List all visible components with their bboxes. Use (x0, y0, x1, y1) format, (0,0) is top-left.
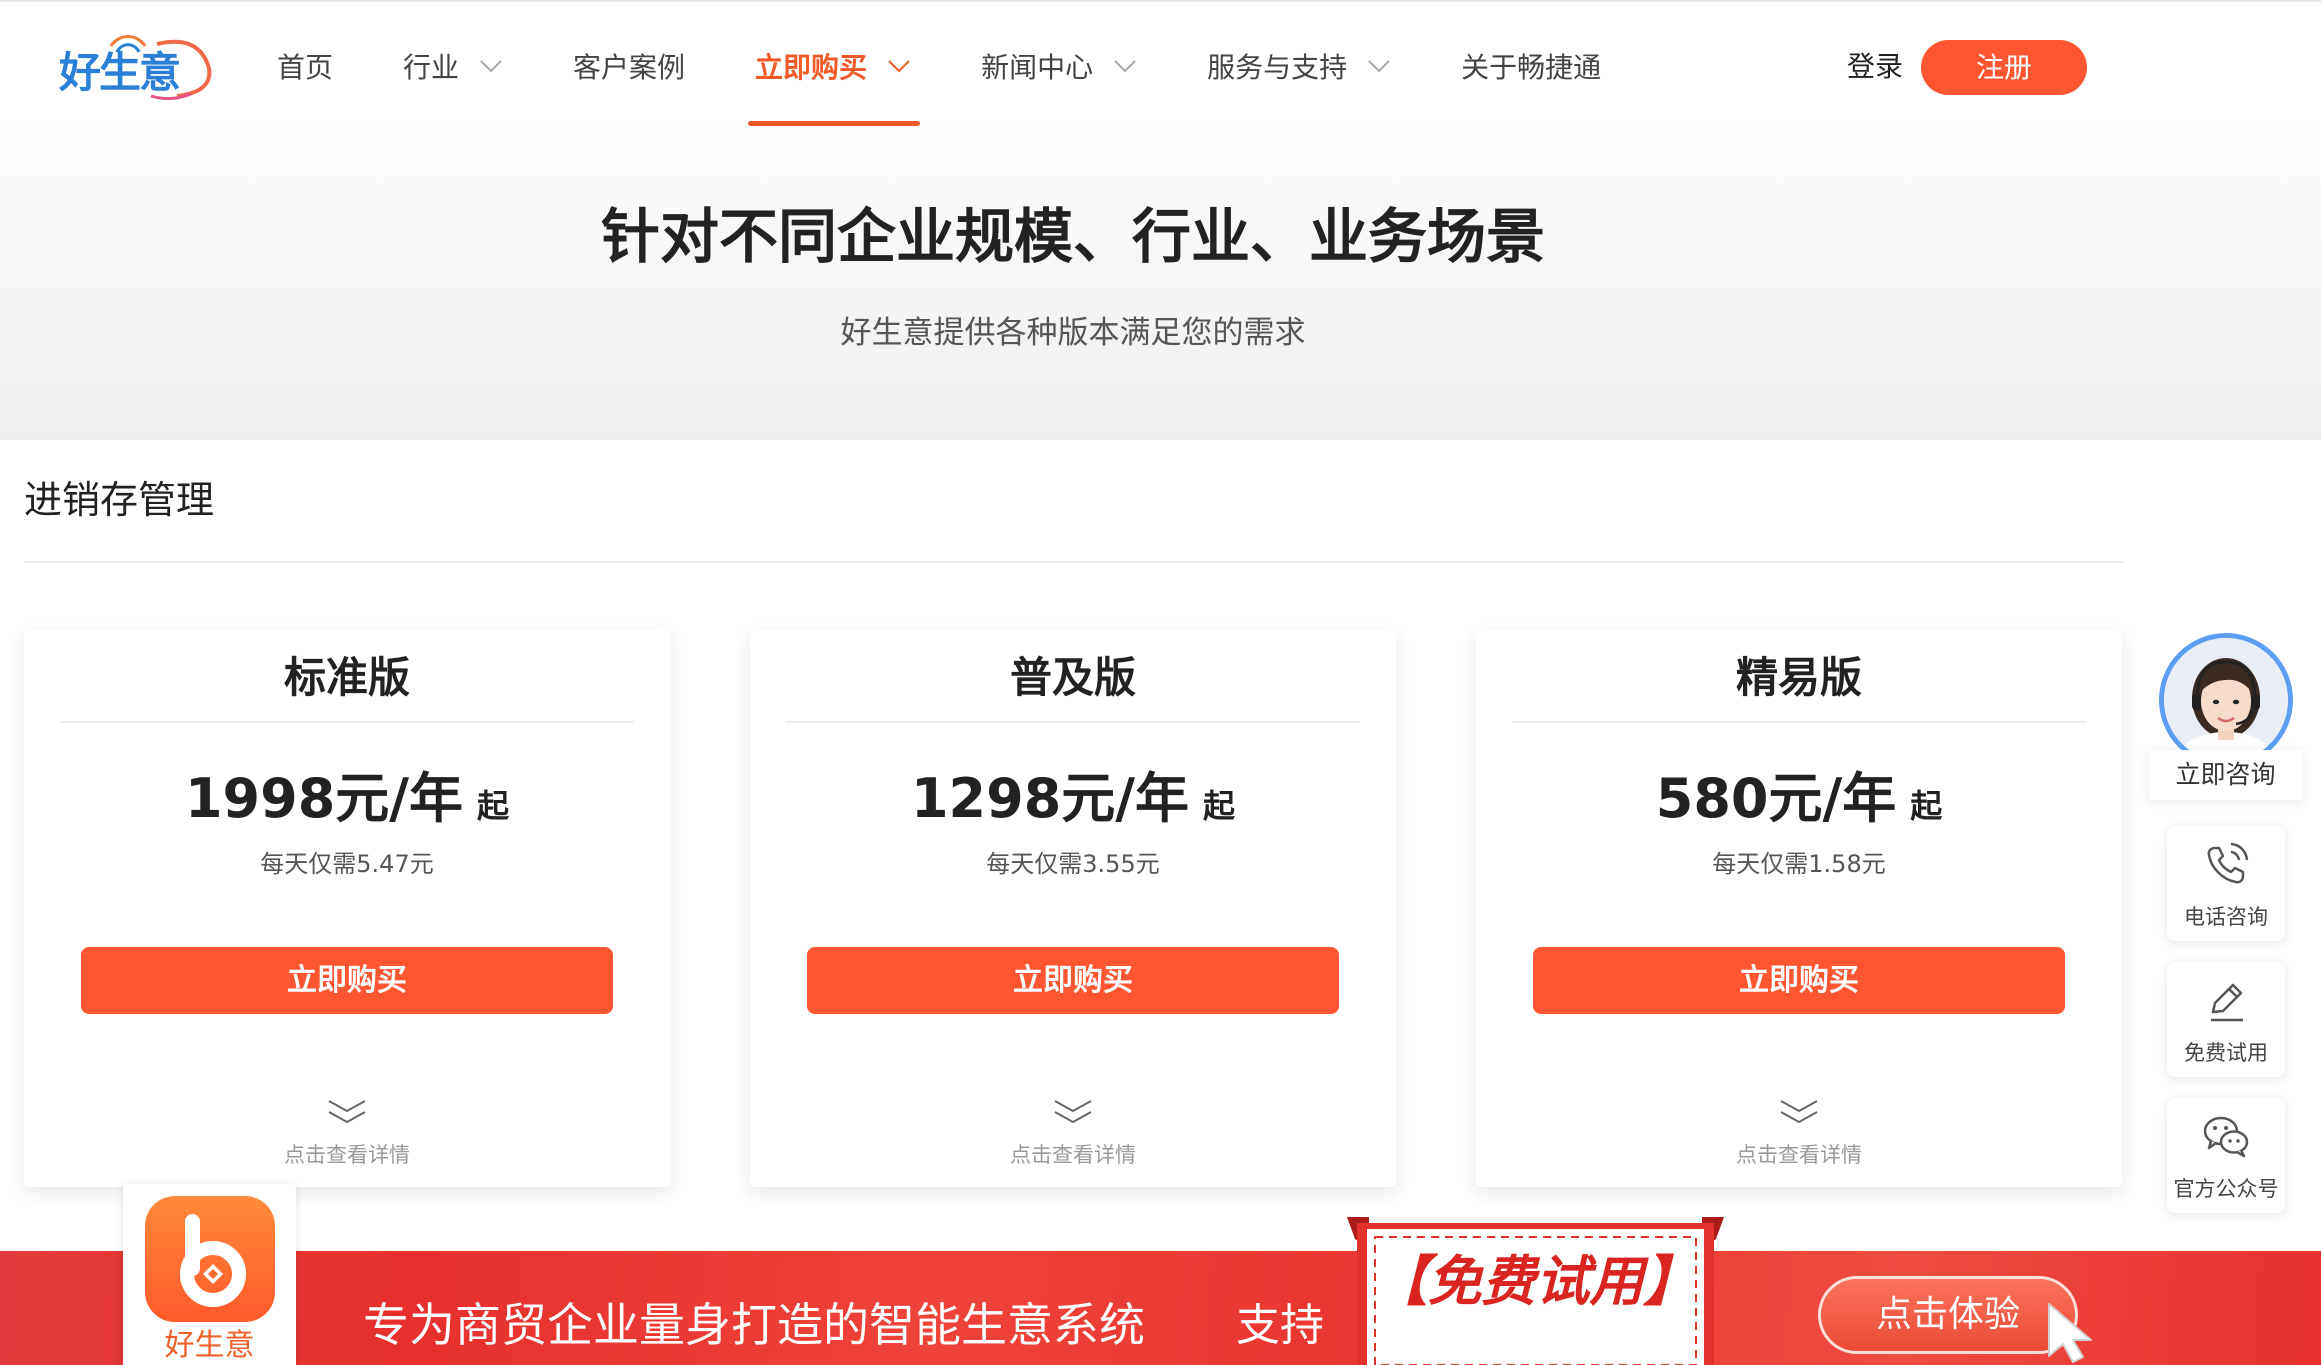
buy-now-button[interactable]: 立即购买 (807, 947, 1339, 1014)
view-details-link[interactable]: 点击查看详情 (24, 1141, 670, 1169)
wechat-official-label: 官方公众号 (2173, 1177, 2279, 1201)
app-logo-card[interactable]: 好生意 (123, 1184, 296, 1365)
agent-portrait-icon (2164, 638, 2288, 762)
nav-item-label: 首页 (277, 51, 334, 84)
free-trial-ribbon[interactable]: 【免费试用】 (1347, 1217, 1724, 1365)
section-title: 进销存管理 (24, 478, 215, 522)
plan-card: 普及版 1298元/年起 每天仅需3.55元 立即购买 点击查看详情 (750, 629, 1396, 1187)
app-name: 好生意 (164, 1328, 255, 1363)
buy-now-button[interactable]: 立即购买 (81, 947, 613, 1014)
double-chevron-down-icon[interactable] (1051, 1097, 1095, 1127)
free-trial-label: 免费试用 (2184, 1041, 2268, 1065)
plan-divider (1512, 721, 2086, 723)
banner-slogan: 专为商贸企业量身打造的智能生意系统 (363, 1298, 1145, 1352)
wechat-official-button[interactable]: 官方公众号 (2167, 1098, 2285, 1213)
nav-item-label: 新闻中心 (981, 51, 1094, 84)
login-link[interactable]: 登录 (1847, 42, 1903, 92)
chevron-down-icon (1368, 60, 1390, 73)
plan-divider (60, 721, 634, 723)
plan-price-value: 1298元/年 (910, 767, 1189, 830)
chevron-down-icon (480, 60, 502, 73)
chevron-down-icon (888, 60, 910, 73)
consult-now-button[interactable]: 立即咨询 (2149, 750, 2302, 800)
chevron-down-icon (1114, 60, 1136, 73)
plan-price: 1998元/年起 (24, 765, 670, 846)
page: 好生意 首页 行业 客户案例 立即购买 新闻中心 服务与支持 关于畅捷通 登录 … (0, 0, 2321, 1365)
plan-daily-price: 每天仅需1.58元 (1712, 850, 1886, 878)
cursor-arrow-icon (2048, 1303, 2092, 1363)
nav-item-support[interactable]: 服务与支持 (1207, 4, 1391, 128)
customer-service-avatar[interactable] (2159, 633, 2293, 767)
buy-now-button[interactable]: 立即购买 (1533, 947, 2065, 1014)
view-details-link[interactable]: 点击查看详情 (750, 1141, 1396, 1169)
phone-consult-label: 电话咨询 (2184, 905, 2268, 929)
plan-daily-price: 每天仅需5.47元 (260, 850, 434, 878)
phone-icon (2207, 842, 2249, 884)
main-nav: 首页 行业 客户案例 立即购买 新闻中心 服务与支持 关于畅捷通 (277, 4, 1601, 128)
hero-subtitle: 好生意提供各种版本满足您的需求 (840, 315, 1306, 351)
hero: 针对不同企业规模、行业、业务场景 好生意提供各种版本满足您的需求 (0, 126, 2321, 440)
nav-item-cases[interactable]: 客户案例 (573, 4, 685, 128)
pencil-icon (2211, 983, 2243, 1022)
nav-item-about[interactable]: 关于畅捷通 (1461, 4, 1601, 128)
plan-name: 普及版 (1009, 653, 1136, 702)
logo-text: 好生意 (59, 48, 181, 97)
double-chevron-down-icon[interactable] (325, 1097, 369, 1127)
plan-name: 精易版 (1735, 653, 1862, 702)
nav-item-industry[interactable]: 行业 (403, 4, 503, 128)
nav-item-label: 服务与支持 (1207, 51, 1348, 84)
wechat-icon (2203, 1116, 2249, 1158)
nav-item-label: 立即购买 (755, 51, 868, 84)
plan-price-value: 1998元/年 (184, 767, 463, 830)
app-icon (145, 1196, 275, 1322)
nav-item-label: 关于畅捷通 (1461, 51, 1602, 84)
nav-item-buy-now[interactable]: 立即购买 (748, 4, 921, 128)
plan-price-suffix: 起 (1203, 787, 1236, 825)
view-details-link[interactable]: 点击查看详情 (1476, 1141, 2122, 1169)
phone-consult-button[interactable]: 电话咨询 (2167, 826, 2285, 941)
header: 好生意 首页 行业 客户案例 立即购买 新闻中心 服务与支持 关于畅捷通 登录 … (0, 2, 2321, 126)
double-chevron-down-icon[interactable] (1777, 1097, 1821, 1127)
plan-price-suffix: 起 (1910, 787, 1943, 825)
nav-item-label: 客户案例 (573, 51, 686, 84)
nav-item-home[interactable]: 首页 (277, 4, 333, 128)
banner-support-text: 支持 (1236, 1300, 1324, 1351)
nav-item-label: 行业 (403, 51, 460, 84)
plan-price: 580元/年起 (1476, 765, 2122, 846)
logo[interactable]: 好生意 (59, 30, 219, 102)
plan-daily-price: 每天仅需3.55元 (986, 850, 1160, 878)
ribbon-text: 【免费试用】 (1373, 1250, 1698, 1313)
try-now-button[interactable]: 点击体验 (1818, 1276, 2078, 1354)
register-button[interactable]: 注册 (1921, 40, 2087, 95)
nav-item-news[interactable]: 新闻中心 (981, 4, 1137, 128)
plan-card: 标准版 1998元/年起 每天仅需5.47元 立即购买 点击查看详情 (24, 629, 670, 1187)
plan-card: 精易版 580元/年起 每天仅需1.58元 立即购买 点击查看详情 (1476, 629, 2122, 1187)
plan-price-value: 580元/年 (1655, 767, 1897, 830)
free-trial-button[interactable]: 免费试用 (2167, 962, 2285, 1077)
hero-title: 针对不同企业规模、行业、业务场景 (600, 202, 1545, 271)
plan-price: 1298元/年起 (750, 765, 1396, 846)
plan-name: 标准版 (283, 653, 410, 702)
plan-divider (786, 721, 1360, 723)
plan-price-suffix: 起 (477, 787, 510, 825)
section-divider (24, 561, 2124, 563)
